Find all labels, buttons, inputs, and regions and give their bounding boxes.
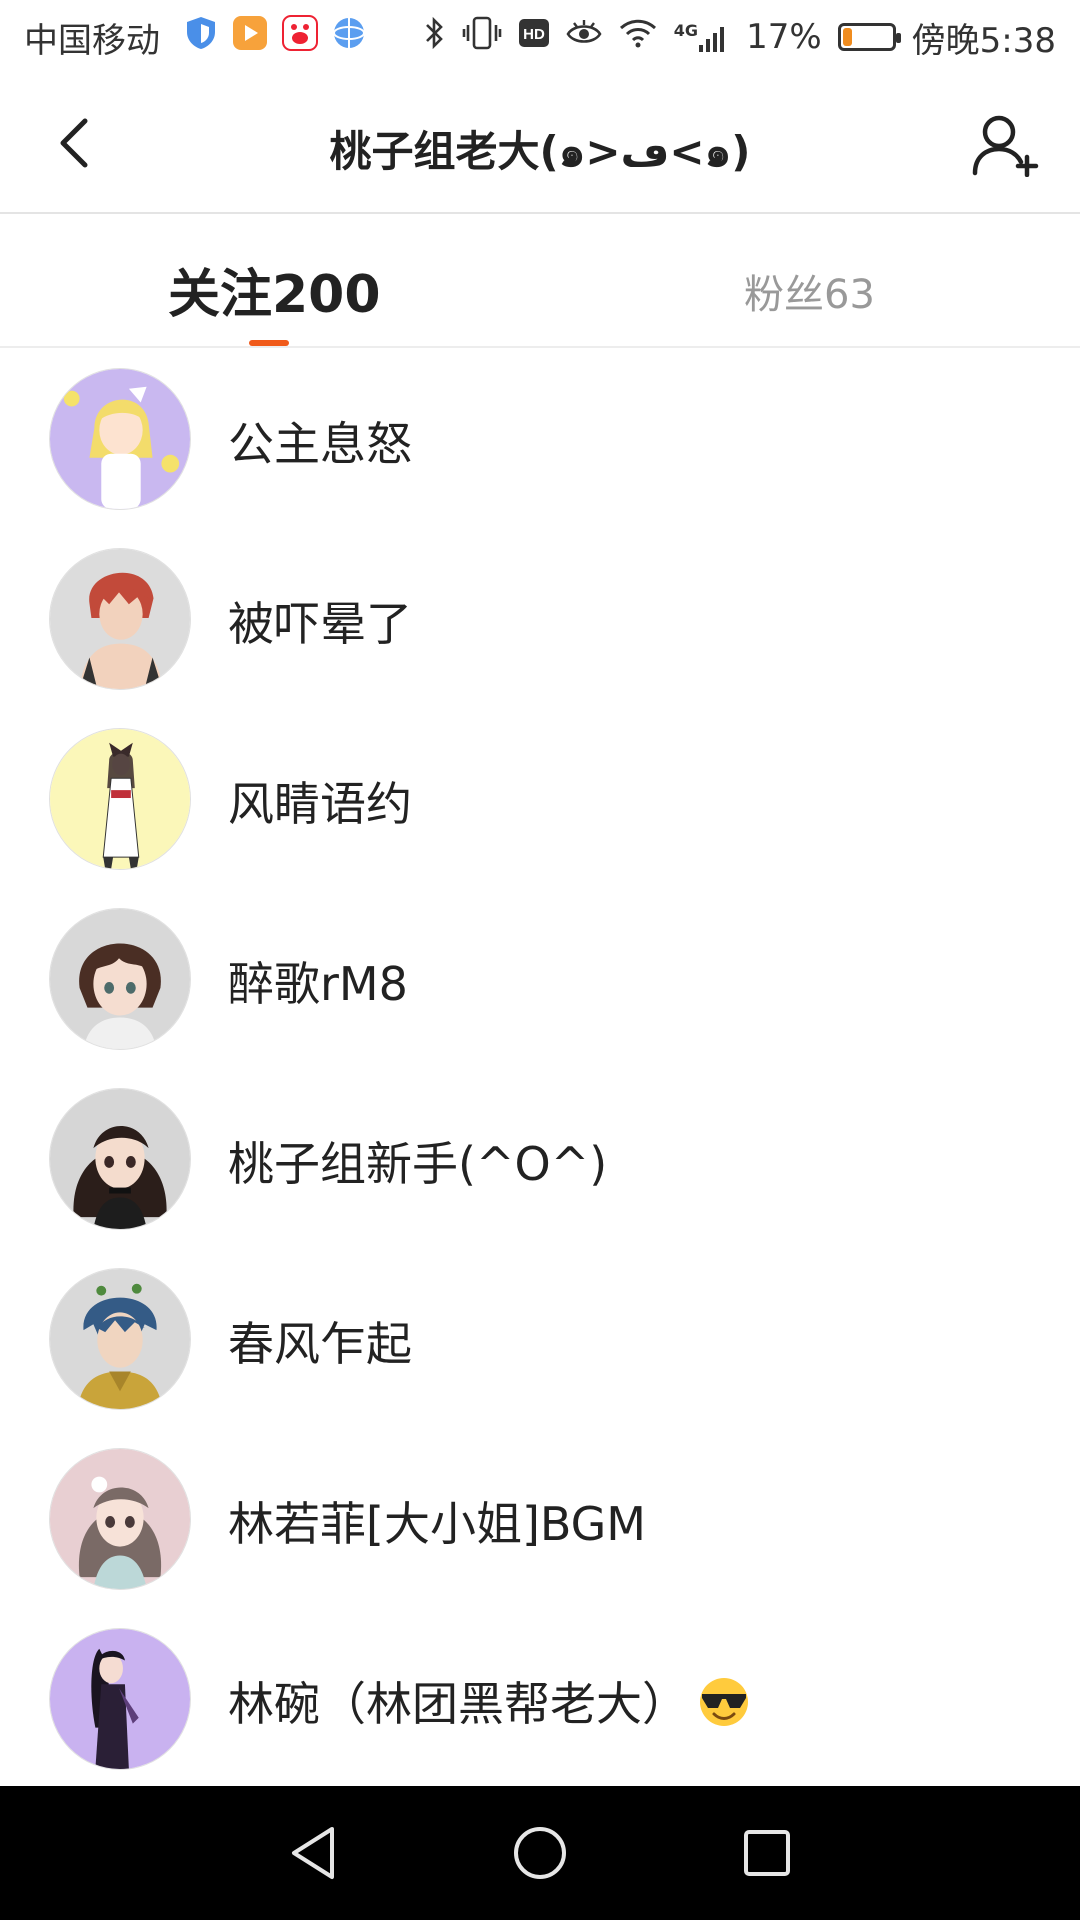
baidu-icon bbox=[282, 14, 318, 60]
signal-icon: 4G bbox=[674, 21, 730, 53]
avatar bbox=[49, 1448, 191, 1590]
status-right: HD 4G 17% 傍晚5:38 bbox=[424, 13, 1056, 62]
user-name: 风睛语约 bbox=[228, 777, 412, 831]
avatar bbox=[49, 908, 191, 1050]
app-header: 桃子组老大(๑>ڡ<๑) bbox=[0, 74, 1080, 214]
nav-back-button[interactable] bbox=[268, 1808, 358, 1898]
system-nav-bar bbox=[0, 1786, 1080, 1920]
user-name: 公主息怒 bbox=[228, 417, 412, 471]
list-item[interactable]: 公主息怒 bbox=[0, 350, 1080, 530]
list-item[interactable]: 醉歌rM8 bbox=[0, 890, 1080, 1070]
nav-recents-button[interactable] bbox=[722, 1808, 812, 1898]
avatar-image bbox=[50, 1629, 190, 1769]
svg-text:HD: HD bbox=[523, 26, 545, 43]
user-name: 林若菲[大小姐]BGM bbox=[228, 1497, 646, 1551]
clock: 傍晚5:38 bbox=[911, 20, 1056, 61]
avatar bbox=[49, 728, 191, 870]
list-item[interactable]: 林若菲[大小姐]BGM bbox=[0, 1430, 1080, 1610]
wifi-icon bbox=[618, 17, 658, 58]
bluetooth-icon bbox=[424, 15, 446, 60]
list-item[interactable]: 春风乍起 bbox=[0, 1250, 1080, 1430]
battery-percent: 17% bbox=[746, 17, 822, 57]
chevron-left-icon bbox=[60, 118, 88, 168]
carrier-label: 中国移动 bbox=[24, 20, 160, 61]
user-name: 醉歌rM8 bbox=[228, 957, 408, 1011]
avatar bbox=[49, 1088, 191, 1230]
following-list: 公主息怒 被吓晕了 风睛语约 醉歌rM8 桃子组新手(^O^) 春风乍起 林若菲… bbox=[0, 350, 1080, 1790]
tab-following[interactable]: 关注200 bbox=[168, 252, 381, 327]
add-friend-button[interactable] bbox=[968, 110, 1044, 180]
user-name-text: 林碗（林团黑帮老大） bbox=[228, 1677, 688, 1731]
avatar-image bbox=[50, 729, 190, 869]
avatar bbox=[49, 1628, 191, 1770]
notification-icons bbox=[184, 14, 366, 60]
battery-icon bbox=[837, 23, 901, 51]
eye-icon bbox=[566, 17, 602, 57]
home-circle-icon bbox=[513, 1827, 566, 1879]
user-name: 被吓晕了 bbox=[228, 597, 412, 651]
user-name: 桃子组新手(^O^) bbox=[228, 1137, 608, 1191]
sunglasses-emoji-icon bbox=[696, 1676, 752, 1728]
nav-home-button[interactable] bbox=[495, 1808, 585, 1898]
list-item[interactable]: 风睛语约 bbox=[0, 710, 1080, 890]
shield-icon bbox=[184, 15, 218, 60]
network-type-label: 4G bbox=[673, 21, 699, 40]
avatar-image bbox=[50, 1089, 190, 1229]
user-name: 春风乍起 bbox=[228, 1317, 412, 1371]
list-item[interactable]: 桃子组新手(^O^) bbox=[0, 1070, 1080, 1250]
vibrate-icon bbox=[462, 15, 502, 60]
follow-tabs: 关注200 粉丝63 bbox=[0, 216, 1080, 348]
recents-square-icon bbox=[743, 1830, 790, 1876]
avatar bbox=[49, 548, 191, 690]
browser-icon bbox=[332, 16, 366, 59]
avatar bbox=[49, 1268, 191, 1410]
battery-level bbox=[842, 28, 852, 46]
avatar bbox=[49, 368, 191, 510]
page-title: 桃子组老大(๑>ڡ<๑) bbox=[329, 127, 751, 176]
avatar-image bbox=[50, 1449, 190, 1589]
tab-followers[interactable]: 粉丝63 bbox=[744, 262, 875, 320]
back-triangle-icon bbox=[292, 1827, 335, 1879]
back-button[interactable] bbox=[40, 110, 106, 176]
avatar-image bbox=[50, 909, 190, 1049]
status-left: 中国移动 bbox=[24, 13, 366, 62]
avatar-image bbox=[50, 369, 190, 509]
hd-icon: HD bbox=[518, 17, 550, 57]
active-tab-indicator bbox=[249, 340, 289, 346]
user-name: 林碗（林团黑帮老大） bbox=[228, 1668, 752, 1734]
list-item[interactable]: 林碗（林团黑帮老大） bbox=[0, 1610, 1080, 1790]
add-user-icon bbox=[972, 115, 1039, 177]
list-item[interactable]: 被吓晕了 bbox=[0, 530, 1080, 710]
avatar-image bbox=[50, 1269, 190, 1409]
avatar-image bbox=[50, 549, 190, 689]
video-app-icon bbox=[232, 15, 268, 60]
status-bar: 中国移动 HD 4G 17% 傍晚5:38 bbox=[0, 0, 1080, 74]
